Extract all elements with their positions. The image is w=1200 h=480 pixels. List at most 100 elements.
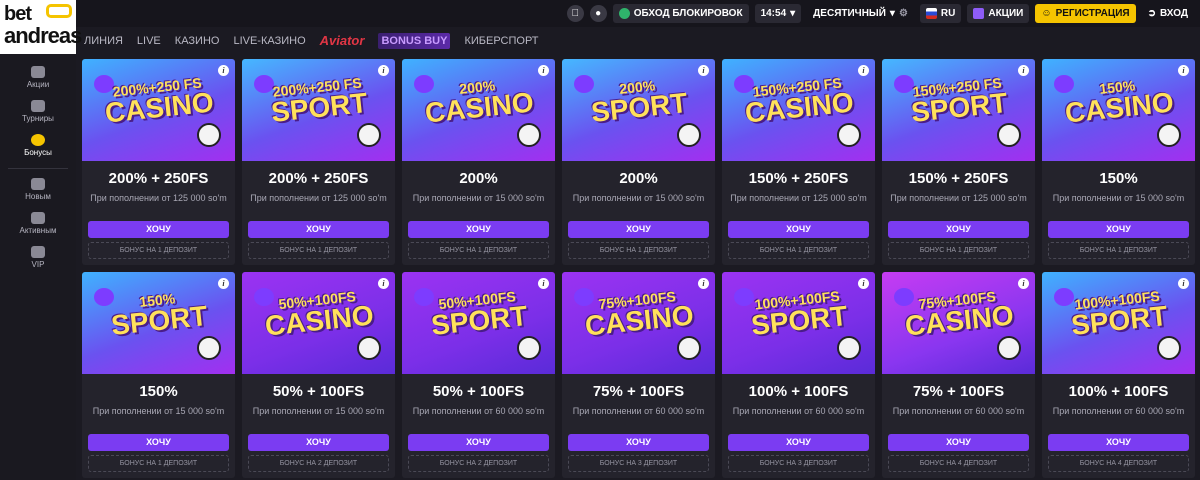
bonus-card: 150%+250 FS SPORT i 150% + 250FS При пополне…: [882, 59, 1035, 265]
logo[interactable]: bet andreas: [0, 0, 82, 54]
nav-live[interactable]: LIVE: [137, 34, 161, 48]
info-icon[interactable]: i: [218, 65, 229, 76]
bonus-title: 150% + 250FS: [908, 170, 1009, 187]
bonus-title: 200%: [459, 170, 498, 187]
deposit-badge: БОНУС НА 1 ДЕПОЗИТ: [568, 242, 709, 259]
deposit-badge: БОНУС НА 2 ДЕПОЗИТ: [248, 455, 389, 472]
want-button[interactable]: ХОЧУ: [248, 221, 389, 238]
bonus-description: При пополнении от 60 000 so'm: [572, 406, 705, 416]
nav-casino[interactable]: КАЗИНО: [175, 34, 220, 48]
dice-icon: [357, 336, 381, 360]
sidebar-item-promos[interactable]: Акции: [0, 66, 76, 91]
sidebar-item-active[interactable]: Активным: [0, 212, 76, 237]
info-icon[interactable]: i: [1018, 65, 1029, 76]
want-button[interactable]: ХОЧУ: [728, 434, 869, 451]
time-select[interactable]: 14:54 ▾: [754, 4, 802, 23]
bonus-description: При пополнении от 60 000 so'm: [1052, 406, 1185, 416]
info-icon[interactable]: i: [698, 65, 709, 76]
bonus-banner[interactable]: 200%+250 FS CASINO i: [82, 59, 235, 161]
promos-button[interactable]: АКЦИИ: [967, 4, 1030, 23]
sidebar-item-bonuses[interactable]: Бонусы: [0, 134, 76, 159]
want-button[interactable]: ХОЧУ: [248, 434, 389, 451]
bonus-title: 100% + 100FS: [1068, 383, 1169, 400]
deposit-badge: БОНУС НА 1 ДЕПОЗИТ: [1048, 242, 1189, 259]
bonus-banner[interactable]: 50%+100FS CASINO i: [242, 272, 395, 374]
bonus-card: 150% SPORT i 150% При пополнении от 15 000 s…: [82, 272, 235, 478]
bonus-card: 50%+100FS CASINO i 50% + 100FS При пополнени…: [242, 272, 395, 478]
info-icon[interactable]: i: [858, 65, 869, 76]
chevron-down-icon: ▾: [790, 8, 796, 19]
bonus-description: При пополнении от 15 000 so'm: [252, 406, 385, 416]
want-button[interactable]: ХОЧУ: [1048, 434, 1189, 451]
soccer-ball-icon: [677, 123, 701, 147]
bonus-banner[interactable]: 150%+250 FS SPORT i: [882, 59, 1035, 161]
nav-live-casino[interactable]: LIVE-КАЗИНО: [233, 34, 305, 48]
bonus-banner[interactable]: 200% SPORT i: [562, 59, 715, 161]
bonus-title: 150% + 250FS: [748, 170, 849, 187]
want-button[interactable]: ХОЧУ: [888, 221, 1029, 238]
bonus-title: 50% + 100FS: [432, 383, 525, 400]
want-button[interactable]: ХОЧУ: [1048, 221, 1189, 238]
bonus-banner[interactable]: 100%+100FS SPORT i: [1042, 272, 1195, 374]
sidebar: Акции Турниры Бонусы Новым Активным VIP: [0, 54, 76, 480]
bonus-banner[interactable]: 50%+100FS SPORT i: [402, 272, 555, 374]
nav-bonus-buy[interactable]: BONUS BUY: [378, 33, 451, 49]
soccer-ball-icon: [1157, 336, 1181, 360]
info-icon[interactable]: i: [218, 278, 229, 289]
sidebar-item-tournaments[interactable]: Турниры: [0, 100, 76, 125]
dice-icon: [1157, 123, 1181, 147]
want-button[interactable]: ХОЧУ: [568, 434, 709, 451]
nav-aviator[interactable]: Aviator: [320, 34, 365, 48]
register-button[interactable]: ☺ РЕГИСТРАЦИЯ: [1035, 4, 1136, 23]
want-button[interactable]: ХОЧУ: [88, 221, 229, 238]
newbie-icon: [31, 178, 45, 190]
want-button[interactable]: ХОЧУ: [728, 221, 869, 238]
android-icon[interactable]: ●: [589, 5, 607, 22]
sidebar-item-label: Бонусы: [24, 148, 52, 157]
logo-line1: bet: [4, 3, 32, 25]
bonus-banner[interactable]: 200%+250 FS SPORT i: [242, 59, 395, 161]
gear-icon[interactable]: ⚙: [899, 4, 908, 23]
dice-icon: [517, 123, 541, 147]
bypass-button[interactable]: ОБХОД БЛОКИРОВОК: [612, 4, 749, 23]
info-icon[interactable]: i: [1178, 65, 1189, 76]
info-icon[interactable]: i: [698, 278, 709, 289]
nav-esports[interactable]: КИБЕРСПОРТ: [464, 34, 538, 48]
sidebar-item-vip[interactable]: VIP: [0, 246, 76, 271]
deposit-badge: БОНУС НА 1 ДЕПОЗИТ: [888, 242, 1029, 259]
bonus-card: 100%+100FS SPORT i 100% + 100FS При пополнен…: [722, 272, 875, 478]
crown-icon: [31, 246, 45, 258]
bonus-banner[interactable]: 100%+100FS SPORT i: [722, 272, 875, 374]
bonus-title: 200% + 250FS: [108, 170, 209, 187]
want-button[interactable]: ХОЧУ: [88, 434, 229, 451]
nav-line[interactable]: ЛИНИЯ: [84, 34, 123, 48]
info-icon[interactable]: i: [538, 278, 549, 289]
language-select[interactable]: RU: [919, 4, 962, 23]
info-icon[interactable]: i: [378, 278, 389, 289]
bonus-banner[interactable]: 200% CASINO i: [402, 59, 555, 161]
trophy-icon: [31, 100, 45, 112]
bonus-banner[interactable]: 150% SPORT i: [82, 272, 235, 374]
bonus-banner[interactable]: 75%+100FS CASINO i: [882, 272, 1035, 374]
info-icon[interactable]: i: [378, 65, 389, 76]
info-icon[interactable]: i: [538, 65, 549, 76]
bonus-title: 200%: [619, 170, 658, 187]
bonus-banner[interactable]: 75%+100FS CASINO i: [562, 272, 715, 374]
header-actions:  ● ОБХОД БЛОКИРОВОК 14:54 ▾ ДЕСЯТИЧНЫЙ …: [566, 4, 1194, 23]
want-button[interactable]: ХОЧУ: [568, 221, 709, 238]
bonus-banner[interactable]: 150%+250 FS CASINO i: [722, 59, 875, 161]
bonus-banner[interactable]: 150% CASINO i: [1042, 59, 1195, 161]
want-button[interactable]: ХОЧУ: [408, 221, 549, 238]
want-button[interactable]: ХОЧУ: [888, 434, 1029, 451]
bonus-description: При пополнении от 60 000 so'm: [732, 406, 865, 416]
odds-format-select[interactable]: ДЕСЯТИЧНЫЙ ▾ ⚙: [807, 4, 914, 23]
sidebar-item-newbie[interactable]: Новым: [0, 178, 76, 203]
info-icon[interactable]: i: [858, 278, 869, 289]
login-button[interactable]: ➲ ВХОД: [1142, 4, 1194, 23]
apple-icon[interactable]: : [566, 5, 584, 22]
sidebar-item-label: Турниры: [22, 114, 54, 123]
info-icon[interactable]: i: [1178, 278, 1189, 289]
want-button[interactable]: ХОЧУ: [408, 434, 549, 451]
deposit-badge: БОНУС НА 1 ДЕПОЗИТ: [728, 242, 869, 259]
info-icon[interactable]: i: [1018, 278, 1029, 289]
